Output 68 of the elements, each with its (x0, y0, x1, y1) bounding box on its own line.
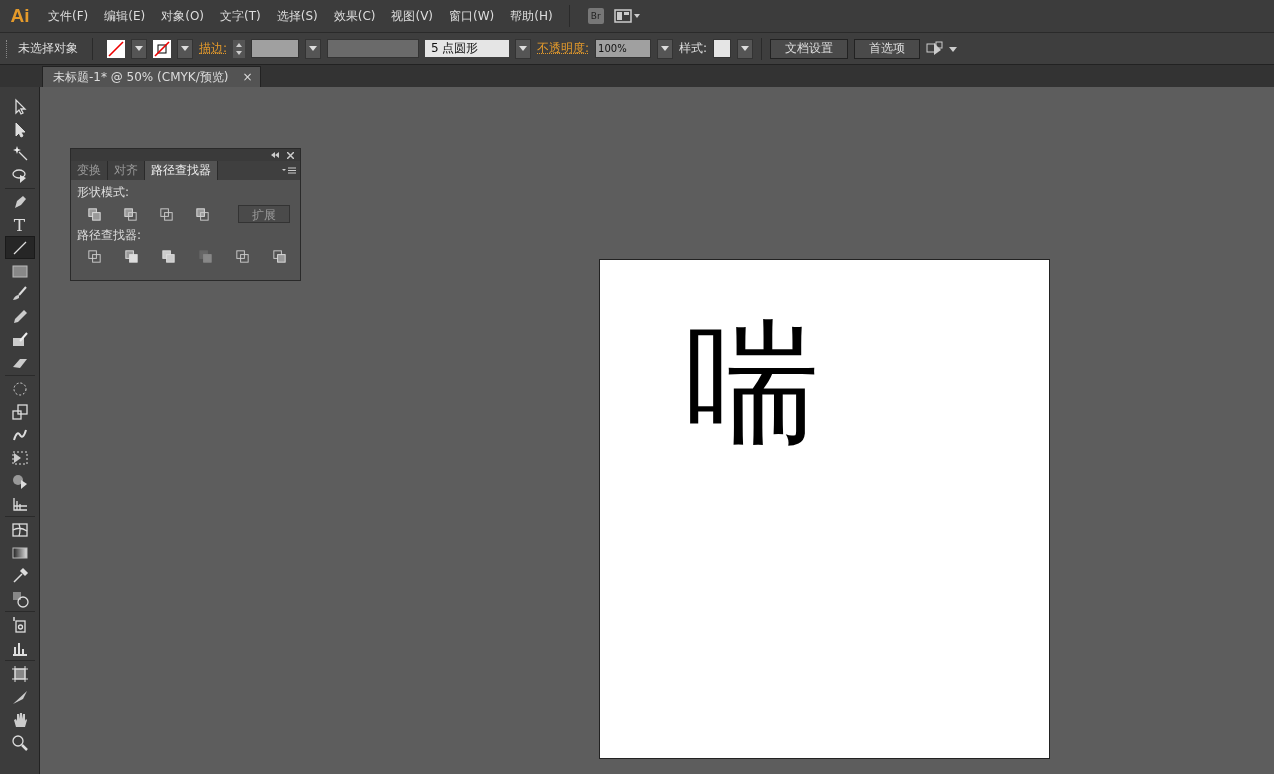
panel-menu-icon[interactable] (282, 167, 296, 175)
trim-icon (123, 248, 140, 265)
stroke-weight-field[interactable] (251, 39, 300, 58)
type-tool-icon: T (13, 214, 26, 235)
collapse-icon[interactable] (271, 152, 279, 158)
selection-status: 未选择对象 (18, 40, 78, 57)
menu-item[interactable]: 视图(V) (383, 7, 442, 25)
workspace-layout-icon[interactable] (613, 9, 642, 23)
style-swatch[interactable] (713, 39, 732, 58)
free-transform-icon (10, 448, 29, 467)
panel-tab[interactable]: 路径查找器 (145, 161, 218, 180)
fill-swatch-icon[interactable] (107, 39, 125, 58)
intersect-shapes-icon (158, 205, 175, 223)
pathfinder-button[interactable] (160, 248, 177, 265)
shape-mode-button[interactable] (122, 205, 139, 223)
menu-item[interactable]: 对象(O) (153, 7, 213, 25)
menu-item[interactable]: 编辑(E) (96, 7, 154, 25)
menu-item[interactable]: 选择(S) (268, 7, 326, 25)
shape-mode-button[interactable] (86, 205, 103, 223)
shape-mode-button[interactable] (194, 205, 211, 223)
pathfinder-button[interactable] (123, 248, 140, 265)
pathfinder-button[interactable] (234, 248, 251, 265)
close-icon[interactable] (287, 151, 294, 159)
document-tab[interactable]: 未标题-1* @ 50% (CMYK/预览) × (42, 66, 262, 87)
scale-icon (10, 402, 29, 421)
pathfinder-button[interactable] (271, 248, 288, 265)
unite-shapes-icon (86, 205, 103, 223)
paintbrush-icon (10, 284, 29, 303)
app-logo: Ai (9, 5, 31, 27)
merge-icon (160, 248, 177, 265)
section-label: 路径查找器: (77, 227, 143, 244)
tool-button[interactable]: T (4, 213, 35, 236)
variable-width-field[interactable] (327, 39, 420, 58)
mesh-icon (10, 520, 29, 539)
menu-item[interactable]: 帮助(H) (502, 7, 561, 25)
stepper-icon[interactable] (233, 39, 246, 58)
shape-mode-button[interactable] (158, 205, 175, 223)
blob-brush-icon (10, 330, 29, 349)
zoom-icon (10, 733, 29, 752)
rotate-icon (10, 379, 29, 398)
bridge-button[interactable]: Br (587, 8, 604, 24)
menu-item[interactable]: 窗口(W) (441, 7, 503, 25)
toolbar-button[interactable]: 文档设置 (770, 38, 849, 59)
minus-front-icon (122, 205, 139, 223)
opacity-label[interactable]: 不透明度: (537, 40, 590, 57)
minus-back-icon (271, 248, 288, 265)
artboard-icon (10, 664, 29, 683)
artwork-character[interactable]: 喘 (685, 316, 819, 450)
menu-item[interactable]: 效果(C) (325, 7, 384, 25)
style-label: 样式: (679, 40, 708, 57)
opacity-field[interactable]: 100% (595, 39, 652, 58)
divide-icon (86, 248, 103, 265)
close-icon[interactable]: × (242, 70, 253, 84)
tool-button[interactable] (4, 236, 35, 259)
panel-tab[interactable]: 变换 (71, 161, 108, 180)
pathfinder-button[interactable] (86, 248, 103, 265)
blend-icon (10, 589, 29, 608)
stroke-swatch-icon[interactable] (153, 39, 171, 58)
symbol-sprayer-icon (10, 615, 29, 634)
exclude-overlap-icon (194, 205, 211, 223)
crop-icon (197, 248, 214, 265)
menu-item[interactable]: 文件(F) (40, 7, 97, 25)
brush-field[interactable]: 5 点圆形 (425, 40, 510, 57)
section-label: 形状模式: (77, 184, 131, 201)
toolbar-button[interactable]: 首选项 (854, 38, 921, 59)
stroke-label[interactable]: 描边: (199, 40, 228, 57)
menu-item[interactable]: 文字(T) (212, 7, 269, 25)
outline-icon (234, 248, 251, 265)
